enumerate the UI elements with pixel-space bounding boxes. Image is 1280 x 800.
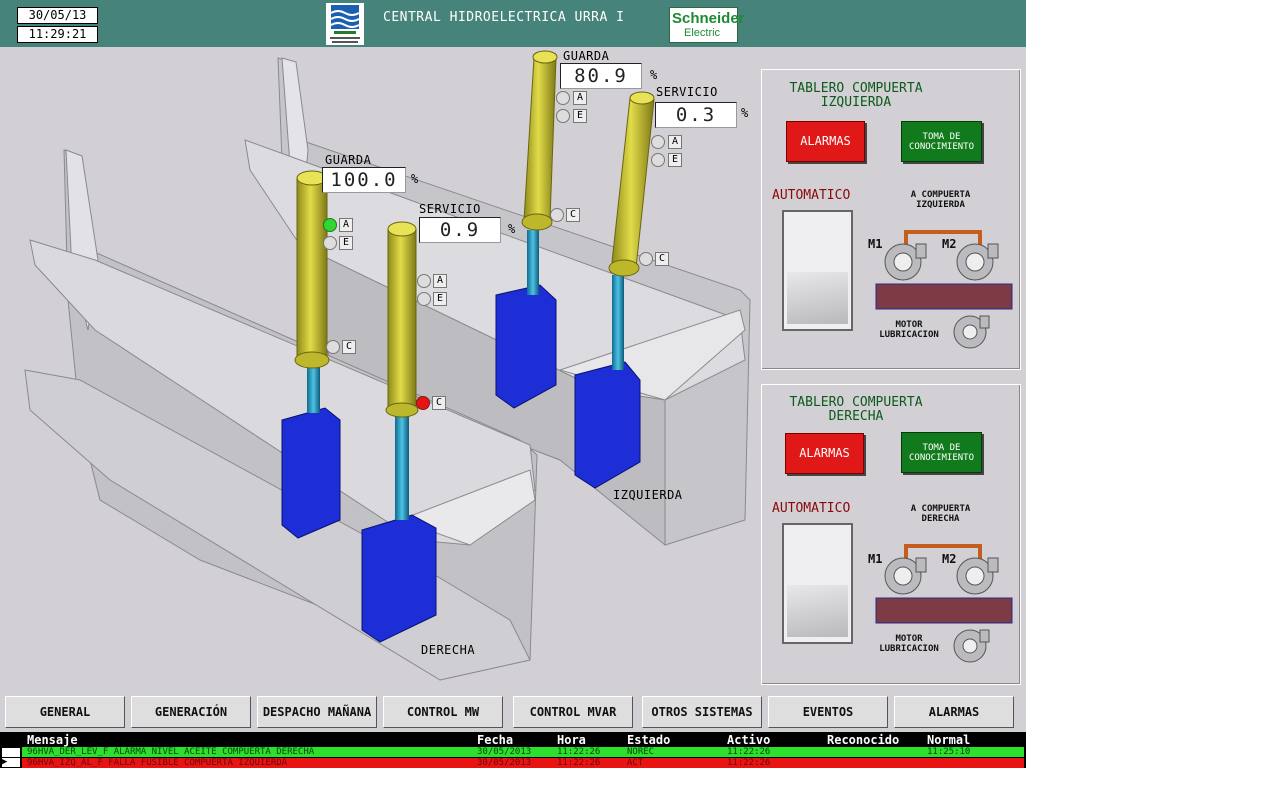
nav-control-mw-button[interactable]: CONTROL MW <box>383 696 503 728</box>
time-display: 11:29:21 <box>17 26 98 43</box>
der-guarda-a-label: A <box>339 218 353 232</box>
nav-control-mvar-button[interactable]: CONTROL MVAR <box>513 696 633 728</box>
der-servicio-e-indicator <box>417 292 431 306</box>
toma-conocimiento-button-der[interactable]: TOMA DE CONOCIMIENTO <box>901 432 982 473</box>
der-guarda-unit: % <box>411 172 419 186</box>
der-servicio-a-indicator <box>417 274 431 288</box>
panel-der-target: A COMPUERTA DERECHA <box>910 504 971 524</box>
derecha-label: DERECHA <box>421 643 476 657</box>
row-selector-2-arrow-icon[interactable]: ▶ <box>2 758 20 767</box>
col-hora: Hora <box>557 733 586 747</box>
der-guarda-label: GUARDA <box>325 153 372 167</box>
nav-general-button[interactable]: GENERAL <box>5 696 125 728</box>
der-servicio-a-label: A <box>433 274 447 288</box>
table-row[interactable]: 96HVA_IZQ_AL_F FALLA FUSIBLE COMPUERTA I… <box>22 758 1024 768</box>
izquierda-label: IZQUIERDA <box>613 488 683 502</box>
izq-servicio-c-label: C <box>655 252 669 266</box>
panel-der-title: TABLERO COMPUERTA DERECHA <box>789 395 923 424</box>
header-bar: 30/05/13 11:29:21 CENTRAL HIDROELECTRICA… <box>0 0 1026 47</box>
row-selector-1[interactable] <box>2 748 20 757</box>
pump-assembly-izq <box>875 230 1013 310</box>
izq-servicio-e-indicator <box>651 153 665 167</box>
panel-der-cabinet <box>782 523 853 644</box>
der-servicio-unit: % <box>508 222 516 236</box>
page-title: CENTRAL HIDROELECTRICA URRA I <box>383 10 625 25</box>
col-activo: Activo <box>727 733 771 747</box>
der-servicio-e-label: E <box>433 292 447 306</box>
table-row[interactable]: 96HVA_DER_LEV_F ALARMA NIVEL ACEITE COMP… <box>22 747 1024 757</box>
izq-servicio-unit: % <box>741 106 749 120</box>
nav-generacion-button[interactable]: GENERACIÓN <box>131 696 251 728</box>
der-servicio-c-indicator <box>416 396 430 410</box>
panel-izq-title: TABLERO COMPUERTA IZQUIERDA <box>789 81 923 110</box>
lube-motor-icon-izq <box>953 315 990 349</box>
izq-guarda-a-label: A <box>573 91 587 105</box>
der-guarda-c-indicator <box>326 340 340 354</box>
nav-eventos-button[interactable]: EVENTOS <box>768 696 888 728</box>
date-display: 30/05/13 <box>17 7 98 24</box>
der-guarda-c-label: C <box>342 340 356 354</box>
izq-servicio-e-label: E <box>668 153 682 167</box>
der-servicio-label: SERVICIO <box>419 202 481 216</box>
urra-logo <box>326 3 364 45</box>
izq-guarda-value: 80.9 <box>560 63 642 89</box>
panel-izq-target: A COMPUERTA IZQUIERDA <box>910 190 971 210</box>
izq-guarda-e-indicator <box>556 109 570 123</box>
toma-conocimiento-button-izq[interactable]: TOMA DE CONOCIMIENTO <box>901 121 982 162</box>
izq-guarda-unit: % <box>650 68 658 82</box>
nav-otros-sistemas-button[interactable]: OTROS SISTEMAS <box>642 696 762 728</box>
panel-izq-motor: MOTOR LUBRICACION <box>879 320 939 340</box>
izq-servicio-a-label: A <box>668 135 682 149</box>
nav-alarmas-button[interactable]: ALARMAS <box>894 696 1014 728</box>
der-servicio-value: 0.9 <box>419 217 501 243</box>
dam-graphic <box>24 50 751 681</box>
der-guarda-e-label: E <box>339 236 353 250</box>
der-guarda-e-indicator <box>323 236 337 250</box>
col-estado: Estado <box>627 733 671 747</box>
panel-izq-mode: AUTOMATICO <box>772 188 851 203</box>
izq-guarda-a-indicator <box>556 91 570 105</box>
panel-der-motor: MOTOR LUBRICACION <box>879 634 939 654</box>
panel-izq-cabinet <box>782 210 853 331</box>
lube-motor-icon-der <box>953 629 990 663</box>
scada-screen: 30/05/13 11:29:21 CENTRAL HIDROELECTRICA… <box>0 0 1026 768</box>
izq-servicio-c-indicator <box>639 252 653 266</box>
alarmas-button-izq[interactable]: ALARMAS <box>786 121 865 162</box>
col-mensaje: Mensaje <box>27 733 78 747</box>
izq-guarda-e-label: E <box>573 109 587 123</box>
izq-servicio-a-indicator <box>651 135 665 149</box>
der-guarda-value: 100.0 <box>322 167 406 193</box>
izq-servicio-value: 0.3 <box>655 102 737 128</box>
izq-servicio-label: SERVICIO <box>656 85 718 99</box>
col-fecha: Fecha <box>477 733 514 747</box>
der-servicio-c-label: C <box>432 396 446 410</box>
alarmas-button-der[interactable]: ALARMAS <box>785 433 864 474</box>
pump-assembly-der <box>875 544 1013 624</box>
col-reconocido: Reconocido <box>827 733 900 747</box>
izq-guarda-c-label: C <box>566 208 580 222</box>
nav-despacho-button[interactable]: DESPACHO MAÑANA <box>257 696 377 728</box>
izq-guarda-c-indicator <box>550 208 564 222</box>
panel-der-mode: AUTOMATICO <box>772 501 851 516</box>
schneider-logo: Schneider Electric <box>669 7 745 43</box>
izq-guarda-label: GUARDA <box>563 49 610 63</box>
col-normal: Normal <box>927 733 971 747</box>
der-guarda-a-indicator <box>323 218 337 232</box>
